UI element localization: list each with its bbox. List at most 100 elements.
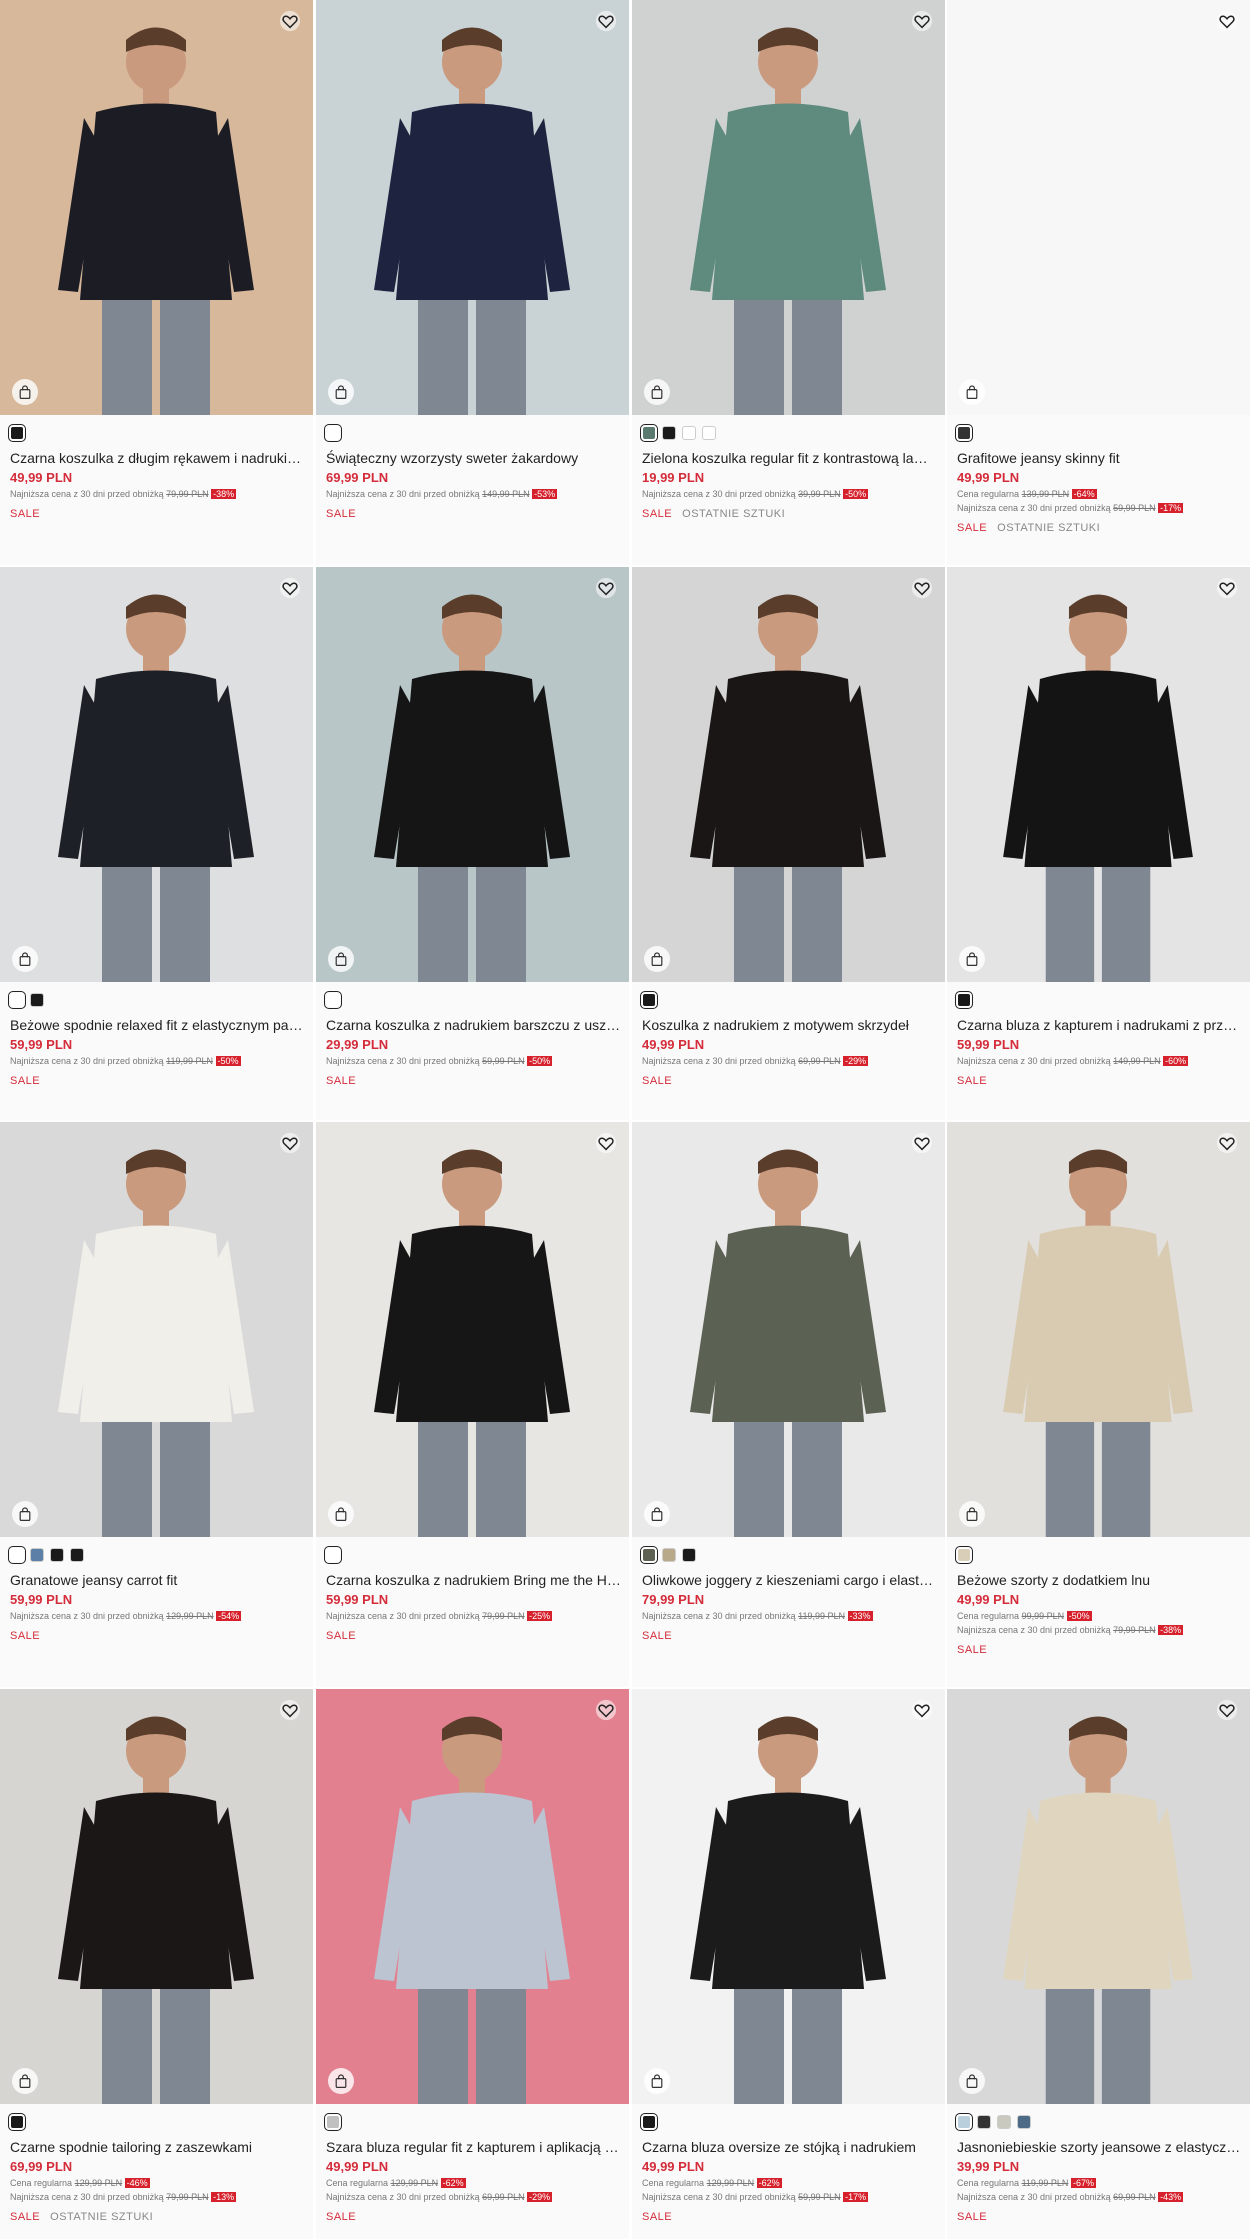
color-swatch[interactable] [662,426,676,440]
product-image[interactable] [0,1122,313,1537]
color-swatch[interactable] [955,2113,973,2131]
add-to-bag-icon[interactable] [959,946,985,972]
product-card[interactable]: Oliwkowe joggery z kieszeniami cargo i e… [632,1122,945,1687]
color-swatch[interactable] [30,993,44,1007]
color-swatch[interactable] [324,424,342,442]
product-name[interactable]: Grafitowe jeansy skinny fit [957,449,1242,467]
product-name[interactable]: Beżowe spodnie relaxed fit z elastycznym… [10,1016,305,1034]
add-to-bag-icon[interactable] [959,2068,985,2094]
color-swatch[interactable] [8,1546,26,1564]
color-swatch[interactable] [702,426,716,440]
wishlist-heart-icon[interactable] [279,1699,301,1721]
wishlist-heart-icon[interactable] [1216,577,1238,599]
product-name[interactable]: Koszulka z nadrukiem z motywem skrzydeł [642,1016,937,1034]
product-image[interactable] [632,1122,945,1537]
color-swatch[interactable] [640,2113,658,2131]
product-name[interactable]: Zielona koszulka regular fit z kontrasto… [642,449,937,467]
color-swatch[interactable] [8,2113,26,2131]
product-image[interactable] [0,0,313,415]
product-name[interactable]: Świąteczny wzorzysty sweter żakardowy [326,449,621,467]
product-name[interactable]: Czarna koszulka z nadrukiem Bring me the… [326,1571,621,1589]
color-swatch[interactable] [324,2113,342,2131]
product-card[interactable]: Szara bluza regular fit z kapturem i apl… [316,1689,629,2239]
product-card[interactable]: Granatowe jeansy carrot fit 59,99 PLN Najn… [0,1122,313,1687]
wishlist-heart-icon[interactable] [279,10,301,32]
color-swatch[interactable] [662,1548,676,1562]
product-name[interactable]: Granatowe jeansy carrot fit [10,1571,305,1589]
wishlist-heart-icon[interactable] [1216,1699,1238,1721]
color-swatch[interactable] [324,1546,342,1564]
wishlist-heart-icon[interactable] [911,1132,933,1154]
color-swatch[interactable] [640,991,658,1009]
product-card[interactable]: Grafitowe jeansy skinny fit 49,99 PLN Cena… [947,0,1250,565]
color-swatch[interactable] [997,2115,1011,2129]
product-name[interactable]: Czarna koszulka z nadrukiem barszczu z u… [326,1016,621,1034]
product-image[interactable] [947,567,1250,982]
product-card[interactable]: Koszulka z nadrukiem z motywem skrzydeł 4… [632,567,945,1120]
color-swatch[interactable] [8,991,26,1009]
color-swatch[interactable] [50,1548,64,1562]
product-card[interactable]: Czarna koszulka z długim rękawem i nadru… [0,0,313,565]
product-name[interactable]: Jasnoniebieskie szorty jeansowe z elasty… [957,2138,1242,2156]
color-swatch[interactable] [977,2115,991,2129]
wishlist-heart-icon[interactable] [911,10,933,32]
add-to-bag-icon[interactable] [12,1501,38,1527]
product-card[interactable]: Świąteczny wzorzysty sweter żakardowy 69,… [316,0,629,565]
color-swatch[interactable] [8,424,26,442]
product-image[interactable] [0,567,313,982]
color-swatch[interactable] [1017,2115,1031,2129]
add-to-bag-icon[interactable] [959,379,985,405]
color-swatch[interactable] [682,426,696,440]
product-card[interactable]: Zielona koszulka regular fit z kontrasto… [632,0,945,565]
wishlist-heart-icon[interactable] [911,577,933,599]
wishlist-heart-icon[interactable] [595,1699,617,1721]
product-image[interactable] [316,1689,629,2104]
product-name[interactable]: Szara bluza regular fit z kapturem i apl… [326,2138,621,2156]
product-image[interactable] [316,567,629,982]
product-name[interactable]: Beżowe szorty z dodatkiem lnu [957,1571,1242,1589]
color-swatch[interactable] [682,1548,696,1562]
add-to-bag-icon[interactable] [644,2068,670,2094]
add-to-bag-icon[interactable] [644,379,670,405]
color-swatch[interactable] [955,424,973,442]
add-to-bag-icon[interactable] [644,1501,670,1527]
color-swatch[interactable] [955,991,973,1009]
add-to-bag-icon[interactable] [328,946,354,972]
product-card[interactable]: Czarna koszulka z nadrukiem Bring me the… [316,1122,629,1687]
product-name[interactable]: Czarna bluza oversize ze stójką i nadruk… [642,2138,937,2156]
add-to-bag-icon[interactable] [328,379,354,405]
add-to-bag-icon[interactable] [328,2068,354,2094]
wishlist-heart-icon[interactable] [911,1699,933,1721]
wishlist-heart-icon[interactable] [1216,10,1238,32]
add-to-bag-icon[interactable] [328,1501,354,1527]
product-image[interactable] [316,0,629,415]
product-name[interactable]: Czarna koszulka z długim rękawem i nadru… [10,449,305,467]
color-swatch[interactable] [640,1546,658,1564]
product-card[interactable]: Czarna bluza z kapturem i nadrukami z pr… [947,567,1250,1120]
wishlist-heart-icon[interactable] [595,577,617,599]
wishlist-heart-icon[interactable] [279,577,301,599]
wishlist-heart-icon[interactable] [1216,1132,1238,1154]
product-name[interactable]: Oliwkowe joggery z kieszeniami cargo i e… [642,1571,937,1589]
product-card[interactable]: Czarna bluza oversize ze stójką i nadruk… [632,1689,945,2239]
product-card[interactable]: Beżowe szorty z dodatkiem lnu 49,99 PLN Ce… [947,1122,1250,1687]
product-image[interactable] [632,0,945,415]
product-card[interactable]: Jasnoniebieskie szorty jeansowe z elasty… [947,1689,1250,2239]
product-card[interactable]: Beżowe spodnie relaxed fit z elastycznym… [0,567,313,1120]
color-swatch[interactable] [640,424,658,442]
add-to-bag-icon[interactable] [959,1501,985,1527]
product-image[interactable] [316,1122,629,1537]
wishlist-heart-icon[interactable] [595,1132,617,1154]
color-swatch[interactable] [30,1548,44,1562]
product-image[interactable] [947,0,1250,415]
color-swatch[interactable] [955,1546,973,1564]
wishlist-heart-icon[interactable] [279,1132,301,1154]
color-swatch[interactable] [324,991,342,1009]
product-name[interactable]: Czarna bluza z kapturem i nadrukami z pr… [957,1016,1242,1034]
product-image[interactable] [632,567,945,982]
add-to-bag-icon[interactable] [12,379,38,405]
product-image[interactable] [632,1689,945,2104]
color-swatch[interactable] [70,1548,84,1562]
product-image[interactable] [947,1689,1250,2104]
product-image[interactable] [0,1689,313,2104]
